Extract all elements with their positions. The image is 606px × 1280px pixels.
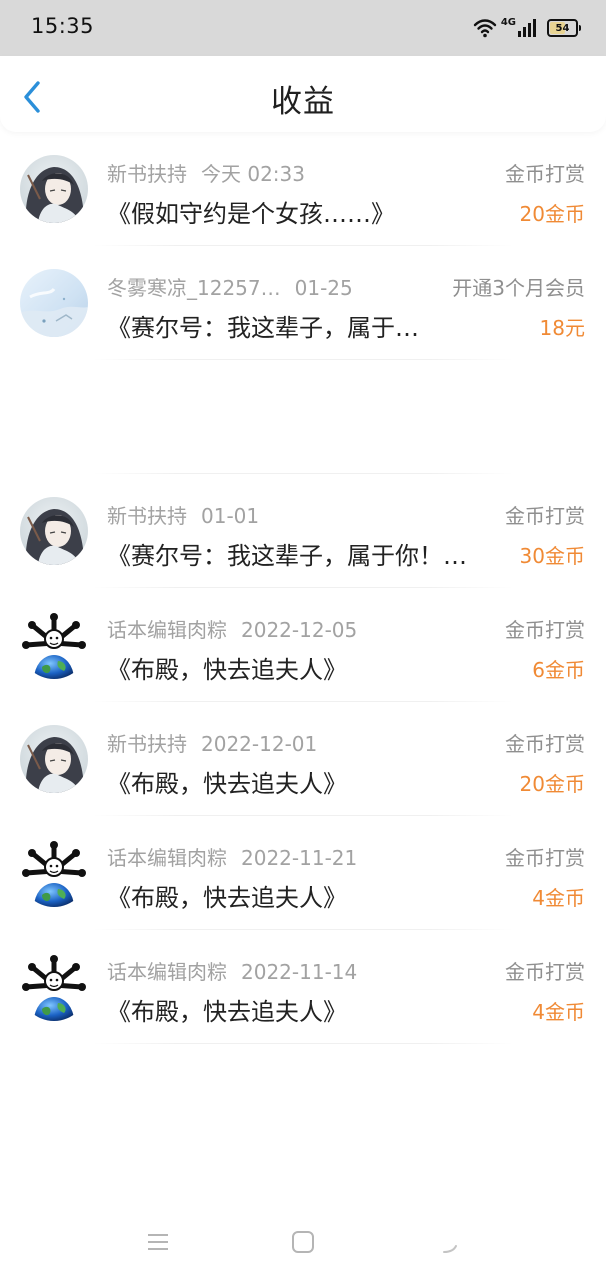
book-title: 《布殿，快去追夫人》 <box>107 884 347 912</box>
signal-icon <box>518 19 536 37</box>
record-amount: 4金币 <box>532 886 585 910</box>
user-avatar <box>20 155 88 223</box>
income-record[interactable]: 话本编辑肉粽 2022-11-21 金币打赏 《布殿，快去追夫人》 4金币 <box>0 816 606 930</box>
record-source: 新书扶持 <box>107 162 187 186</box>
book-title: 《布殿，快去追夫人》 <box>107 656 347 684</box>
book-title: 《赛尔号：我这辈子，属于… <box>107 314 419 342</box>
record-type: 金币打赏 <box>505 732 585 756</box>
record-date: 2022-12-01 <box>201 732 318 756</box>
income-record[interactable]: 新书扶持 2022-12-01 金币打赏 《布殿，快去追夫人》 20金币 <box>0 702 606 816</box>
income-screen: 15:35 4G 54 收益 新书扶持 今天 02:33 金币打赏 《假如守约是… <box>0 0 606 1280</box>
network-type: 4G <box>500 16 516 28</box>
wifi-icon <box>473 19 497 38</box>
book-title: 《赛尔号：我这辈子，属于你！… <box>107 542 467 570</box>
record-type: 金币打赏 <box>505 846 585 870</box>
menu-button[interactable] <box>142 1226 174 1258</box>
record-meta: 话本编辑肉粽 2022-11-14 <box>107 956 357 985</box>
status-bar: 15:35 4G 54 <box>0 0 606 56</box>
status-icons: 4G 54 <box>473 16 581 40</box>
record-source: 话本编辑肉粽 <box>107 960 227 984</box>
row-divider <box>92 1043 514 1044</box>
record-amount: 20金币 <box>519 772 585 796</box>
record-type: 金币打赏 <box>505 960 585 984</box>
record-date: 今天 02:33 <box>201 162 305 186</box>
record-date: 2022-11-14 <box>241 960 358 984</box>
record-meta: 新书扶持 今天 02:33 <box>107 158 305 187</box>
record-meta: 新书扶持 2022-12-01 <box>107 728 317 757</box>
income-record[interactable]: 新书扶持 01-01 金币打赏 《赛尔号：我这辈子，属于你！… 30金币 <box>0 474 606 588</box>
empty-row <box>0 360 606 474</box>
record-source: 新书扶持 <box>107 732 187 756</box>
income-record[interactable]: 话本编辑肉粽 2022-11-14 金币打赏 《布殿，快去追夫人》 4金币 <box>0 930 606 1044</box>
user-avatar <box>20 269 88 337</box>
menu-icon <box>148 1234 168 1250</box>
book-title: 《假如守约是个女孩……》 <box>107 200 395 228</box>
record-type: 金币打赏 <box>505 504 585 528</box>
record-date: 01-25 <box>294 276 353 300</box>
back-nav-button[interactable] <box>432 1226 464 1258</box>
record-source: 话本编辑肉粽 <box>107 846 227 870</box>
book-title: 《布殿，快去追夫人》 <box>107 998 347 1026</box>
record-meta: 冬雾寒凉_12257… 01-25 <box>107 272 353 301</box>
record-meta: 新书扶持 01-01 <box>107 500 259 529</box>
system-nav-bar <box>0 1210 606 1280</box>
user-avatar <box>20 953 88 1021</box>
income-record[interactable]: 冬雾寒凉_12257… 01-25 开通3个月会员 《赛尔号：我这辈子，属于… 1… <box>0 246 606 360</box>
record-date: 2022-12-05 <box>241 618 358 642</box>
home-icon <box>292 1231 314 1253</box>
record-source: 冬雾寒凉_12257… <box>107 276 281 300</box>
record-type: 开通3个月会员 <box>452 276 585 300</box>
record-amount: 18元 <box>539 316 585 340</box>
battery-icon: 54 <box>547 19 581 37</box>
record-type: 金币打赏 <box>505 618 585 642</box>
record-amount: 30金币 <box>519 544 585 568</box>
user-avatar <box>20 725 88 793</box>
record-meta: 话本编辑肉粽 2022-12-05 <box>107 614 357 643</box>
user-avatar <box>20 497 88 565</box>
record-date: 01-01 <box>201 504 260 528</box>
status-time: 15:35 <box>31 14 95 38</box>
record-type: 金币打赏 <box>505 162 585 186</box>
income-record[interactable]: 新书扶持 今天 02:33 金币打赏 《假如守约是个女孩……》 20金币 <box>0 132 606 246</box>
user-avatar <box>20 611 88 679</box>
record-source: 话本编辑肉粽 <box>107 618 227 642</box>
home-button[interactable] <box>287 1226 319 1258</box>
page-title: 收益 <box>271 84 335 120</box>
user-avatar <box>20 839 88 907</box>
record-amount: 6金币 <box>532 658 585 682</box>
record-amount: 20金币 <box>519 202 585 226</box>
income-record[interactable]: 话本编辑肉粽 2022-12-05 金币打赏 《布殿，快去追夫人》 6金币 <box>0 588 606 702</box>
record-meta: 话本编辑肉粽 2022-11-21 <box>107 842 357 871</box>
record-source: 新书扶持 <box>107 504 187 528</box>
book-title: 《布殿，快去追夫人》 <box>107 770 347 798</box>
record-amount: 4金币 <box>532 1000 585 1024</box>
record-date: 2022-11-21 <box>241 846 358 870</box>
back-icon <box>443 1245 457 1253</box>
battery-level: 54 <box>555 22 570 34</box>
app-header: 收益 <box>0 56 606 132</box>
